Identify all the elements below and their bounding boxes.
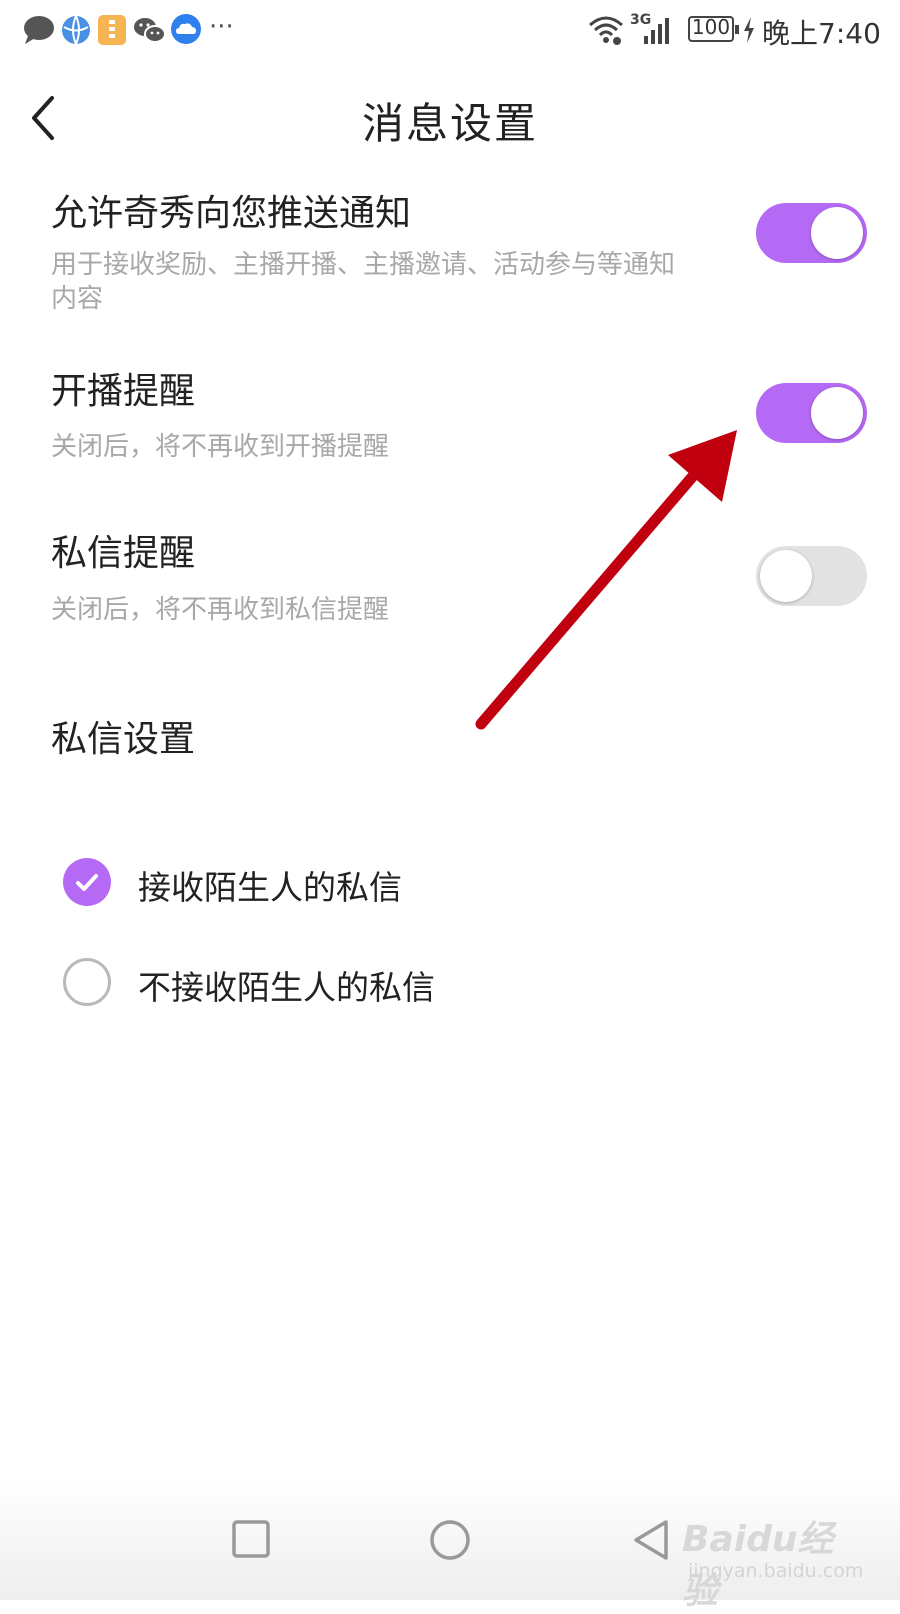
radio-accept-strangers[interactable]: 接收陌生人的私信	[60, 855, 660, 911]
charging-icon	[744, 17, 754, 43]
radio-label: 不接收陌生人的私信	[138, 968, 435, 1007]
setting-title: 私信提醒	[51, 533, 196, 574]
battery-icon: 100	[688, 15, 739, 42]
cloud-icon	[171, 14, 201, 44]
push-notifications-toggle[interactable]	[756, 203, 867, 263]
toggle-knob	[811, 387, 863, 439]
recent-apps-icon[interactable]	[230, 1518, 272, 1560]
live-reminder-toggle[interactable]	[756, 383, 867, 443]
setting-description: 用于接收奖励、主播开播、主播邀请、活动参与等通知内容	[51, 250, 676, 314]
private-message-section-title: 私信设置	[51, 719, 196, 760]
radio-unchecked	[63, 958, 111, 1006]
status-bar: ··· 3G 100 晚上7:40	[0, 0, 900, 62]
signal-icon	[644, 18, 669, 44]
baidu-watermark: Baidu经验 jingyan.baidu.com	[674, 1510, 863, 1612]
wifi-icon	[589, 16, 623, 45]
checkmark-icon	[76, 874, 98, 891]
message-icon	[24, 16, 54, 44]
wechat-icon	[134, 18, 166, 43]
home-icon[interactable]	[428, 1518, 472, 1562]
setting-title: 开播提醒	[51, 371, 196, 412]
radio-checked	[63, 858, 111, 906]
toggle-knob	[760, 550, 812, 602]
radio-label: 接收陌生人的私信	[138, 868, 402, 907]
app-icon	[98, 15, 126, 45]
toggle-knob	[811, 207, 863, 259]
setting-description: 关闭后，将不再收到开播提醒	[51, 432, 390, 462]
battery-level: 100	[691, 15, 731, 39]
back-icon[interactable]	[630, 1518, 672, 1562]
private-message-reminder-toggle[interactable]	[756, 546, 867, 606]
header: 消息设置	[0, 72, 900, 162]
radio-reject-strangers[interactable]: 不接收陌生人的私信	[60, 955, 660, 1011]
more-notifications-indicator: ···	[209, 12, 234, 42]
browser-icon	[62, 15, 90, 45]
clock: 晚上7:40	[762, 17, 881, 50]
setting-title: 允许奇秀向您推送通知	[51, 193, 412, 234]
page-title: 消息设置	[361, 99, 538, 148]
watermark-url: jingyan.baidu.com	[688, 1560, 864, 1582]
setting-description: 关闭后，将不再收到私信提醒	[51, 595, 390, 625]
